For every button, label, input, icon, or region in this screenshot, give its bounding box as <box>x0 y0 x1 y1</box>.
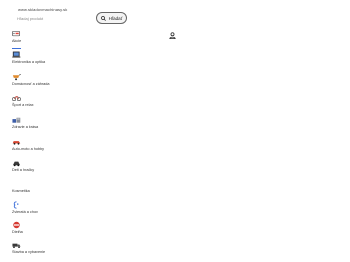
category-item-workshop[interactable]: Dielňa <box>10 221 120 237</box>
search-icon <box>100 15 106 21</box>
laptop-icon <box>12 51 21 58</box>
page: www.skladovmachinasy.sk Hľadať Akcie <box>0 0 350 262</box>
search-button[interactable]: Hľadať <box>96 12 127 24</box>
sale-tag-icon <box>12 30 21 37</box>
category-label: Auto-moto a hobby <box>12 146 45 151</box>
category-item-health[interactable]: Zdravie a krása <box>10 116 120 132</box>
user-account-icon[interactable] <box>169 32 176 39</box>
category-item-cosmetics[interactable]: Kosmetika <box>10 180 120 196</box>
category-label: Šport a relax <box>12 102 34 107</box>
category-label: Deti a hračky <box>12 167 35 172</box>
category-item-kids[interactable]: Deti a hračky <box>10 159 120 175</box>
tools-icon <box>13 221 20 229</box>
category-label: Stavba a vybavenie <box>12 249 46 254</box>
category-item-home-garden[interactable]: Domácnosť a záhrada <box>10 73 120 89</box>
truck-icon <box>12 243 21 249</box>
category-label: Domácnosť a záhrada <box>12 81 50 86</box>
category-item-pets[interactable]: Zvieratá a chov <box>10 201 120 217</box>
category-item-electronics[interactable]: Elektronika a optika <box>10 51 120 67</box>
category-label: Dielňa <box>12 229 23 234</box>
category-label: Elektronika a optika <box>12 59 46 64</box>
search-button-label: Hľadať <box>108 15 123 21</box>
bicycle-icon <box>12 96 21 102</box>
car-tire-icon <box>12 161 21 167</box>
search-bar: Hľadať <box>12 12 130 25</box>
category-item-sale[interactable]: Akcie <box>10 30 120 49</box>
category-item-auto-moto[interactable]: Auto-moto a hobby <box>10 138 120 154</box>
boxes-icon <box>12 117 21 123</box>
category-label: Kosmetika <box>12 188 30 193</box>
wheelbarrow-icon <box>12 74 21 81</box>
category-label: Zdravie a krása <box>12 124 39 129</box>
category-label: Zvieratá a chov <box>12 209 38 214</box>
active-category-underline <box>12 48 21 49</box>
category-item-construction[interactable]: Stavba a vybavenie <box>10 241 120 257</box>
category-item-sport[interactable]: Šport a relax <box>10 94 120 110</box>
car-icon <box>12 141 21 145</box>
category-label: Akcie <box>12 38 22 43</box>
paw-icon <box>13 201 19 209</box>
search-input[interactable] <box>12 12 95 25</box>
